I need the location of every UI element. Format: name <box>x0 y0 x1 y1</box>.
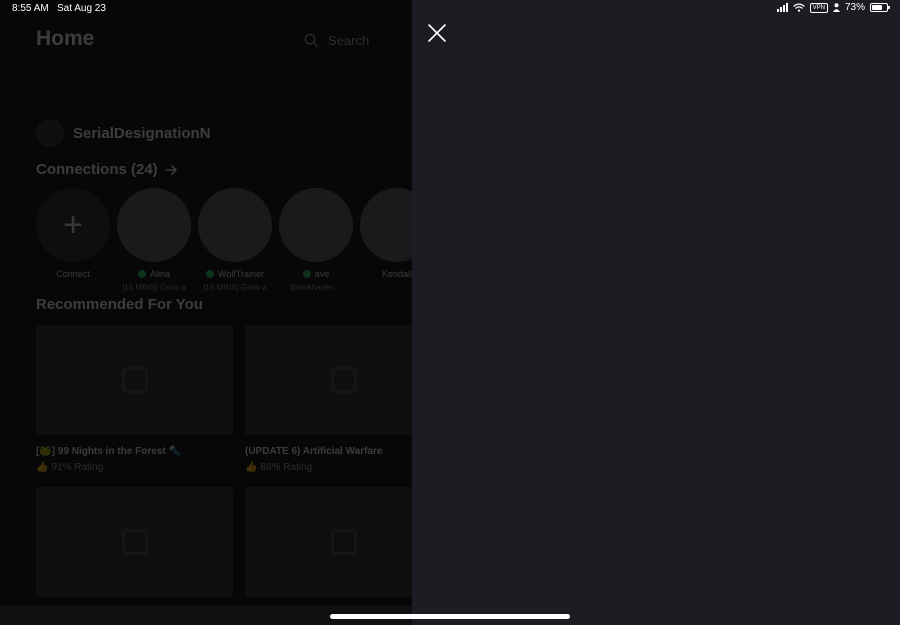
image-placeholder-icon <box>121 529 148 555</box>
person-icon <box>832 3 840 12</box>
online-status-icon <box>302 270 311 278</box>
game-card[interactable] <box>36 487 233 597</box>
game-title: [🐸] 99 Nights in the Forest 🔦 <box>36 446 181 457</box>
wifi-icon <box>792 3 805 12</box>
connect-label: Connect <box>56 269 90 279</box>
recommended-title: Recommended For You <box>36 296 203 313</box>
username: SerialDesignationN <box>73 124 211 142</box>
avatar <box>117 188 191 262</box>
game-thumbnail <box>36 325 233 435</box>
search-bar[interactable]: Search <box>304 29 369 51</box>
game-rating: 88% Rating <box>260 462 313 473</box>
image-placeholder-icon <box>330 529 357 555</box>
image-placeholder-icon <box>330 367 357 393</box>
page-title: Home <box>36 27 95 50</box>
home-screen: Home Search SerialDesignationN Connectio… <box>0 0 412 606</box>
game-card[interactable]: [🐸] 99 Nights in the Forest 🔦 👍 91% Rati… <box>36 325 233 473</box>
game-card[interactable]: (UPDATE 6) Artificial Warfare 👍 88% Rati… <box>245 325 412 473</box>
thumbs-up-icon: 👍 <box>245 462 258 473</box>
close-button[interactable] <box>425 21 449 45</box>
plus-icon: + <box>63 206 83 244</box>
avatar <box>36 119 64 147</box>
home-indicator[interactable] <box>330 614 570 619</box>
battery-percent: 73% <box>844 2 865 13</box>
avatar <box>360 188 412 262</box>
game-thumbnail <box>36 487 233 597</box>
friend-name: Alina <box>149 269 170 279</box>
cellular-signal-icon <box>776 3 788 12</box>
friend-item[interactable]: ave Brookhaven… <box>279 188 353 292</box>
game-title: (UPDATE 6) Artificial Warfare <box>245 446 383 457</box>
avatar <box>198 188 272 262</box>
friend-status: [15 MINS] Grow a <box>203 283 267 292</box>
arrow-right-icon <box>164 163 178 177</box>
game-thumbnail <box>245 325 412 435</box>
online-status-icon <box>137 270 146 278</box>
friend-name: Kendall <box>381 269 412 279</box>
thumbs-up-icon: 👍 <box>36 462 49 473</box>
connections-header[interactable]: Connections (24) <box>36 161 178 178</box>
connections-carousel[interactable]: + Connect Alina [15 MINS] Grow a WolfTra… <box>36 188 412 298</box>
game-rating: 91% Rating <box>51 462 104 473</box>
game-card[interactable] <box>245 487 412 597</box>
search-icon <box>304 33 319 47</box>
side-panel <box>412 0 900 625</box>
search-placeholder: Search <box>328 32 370 48</box>
friend-status: [15 MINS] Grow a <box>122 283 186 292</box>
friend-item[interactable]: Kendall <box>360 188 412 283</box>
friend-item[interactable]: WolfTrainer [15 MINS] Grow a <box>198 188 272 292</box>
friend-name: ave <box>314 269 330 279</box>
image-placeholder-icon <box>121 367 148 393</box>
user-profile-row[interactable]: SerialDesignationN <box>36 119 211 147</box>
game-thumbnail <box>245 487 412 597</box>
friend-status: Brookhaven… <box>290 283 342 292</box>
connections-title: Connections (24) <box>36 161 158 178</box>
status-date: Sat Aug 23 <box>57 3 106 14</box>
friend-name: WolfTrainer <box>217 269 264 279</box>
online-status-icon <box>205 270 214 278</box>
status-icons: VPN 73% <box>776 2 890 13</box>
vpn-badge: VPN <box>809 2 828 13</box>
friend-item[interactable]: Alina [15 MINS] Grow a <box>117 188 191 292</box>
battery-icon <box>870 3 890 12</box>
close-icon <box>428 24 446 42</box>
connect-button[interactable]: + Connect <box>36 188 110 279</box>
avatar <box>279 188 353 262</box>
status-time: 8:55 AM <box>12 3 49 14</box>
